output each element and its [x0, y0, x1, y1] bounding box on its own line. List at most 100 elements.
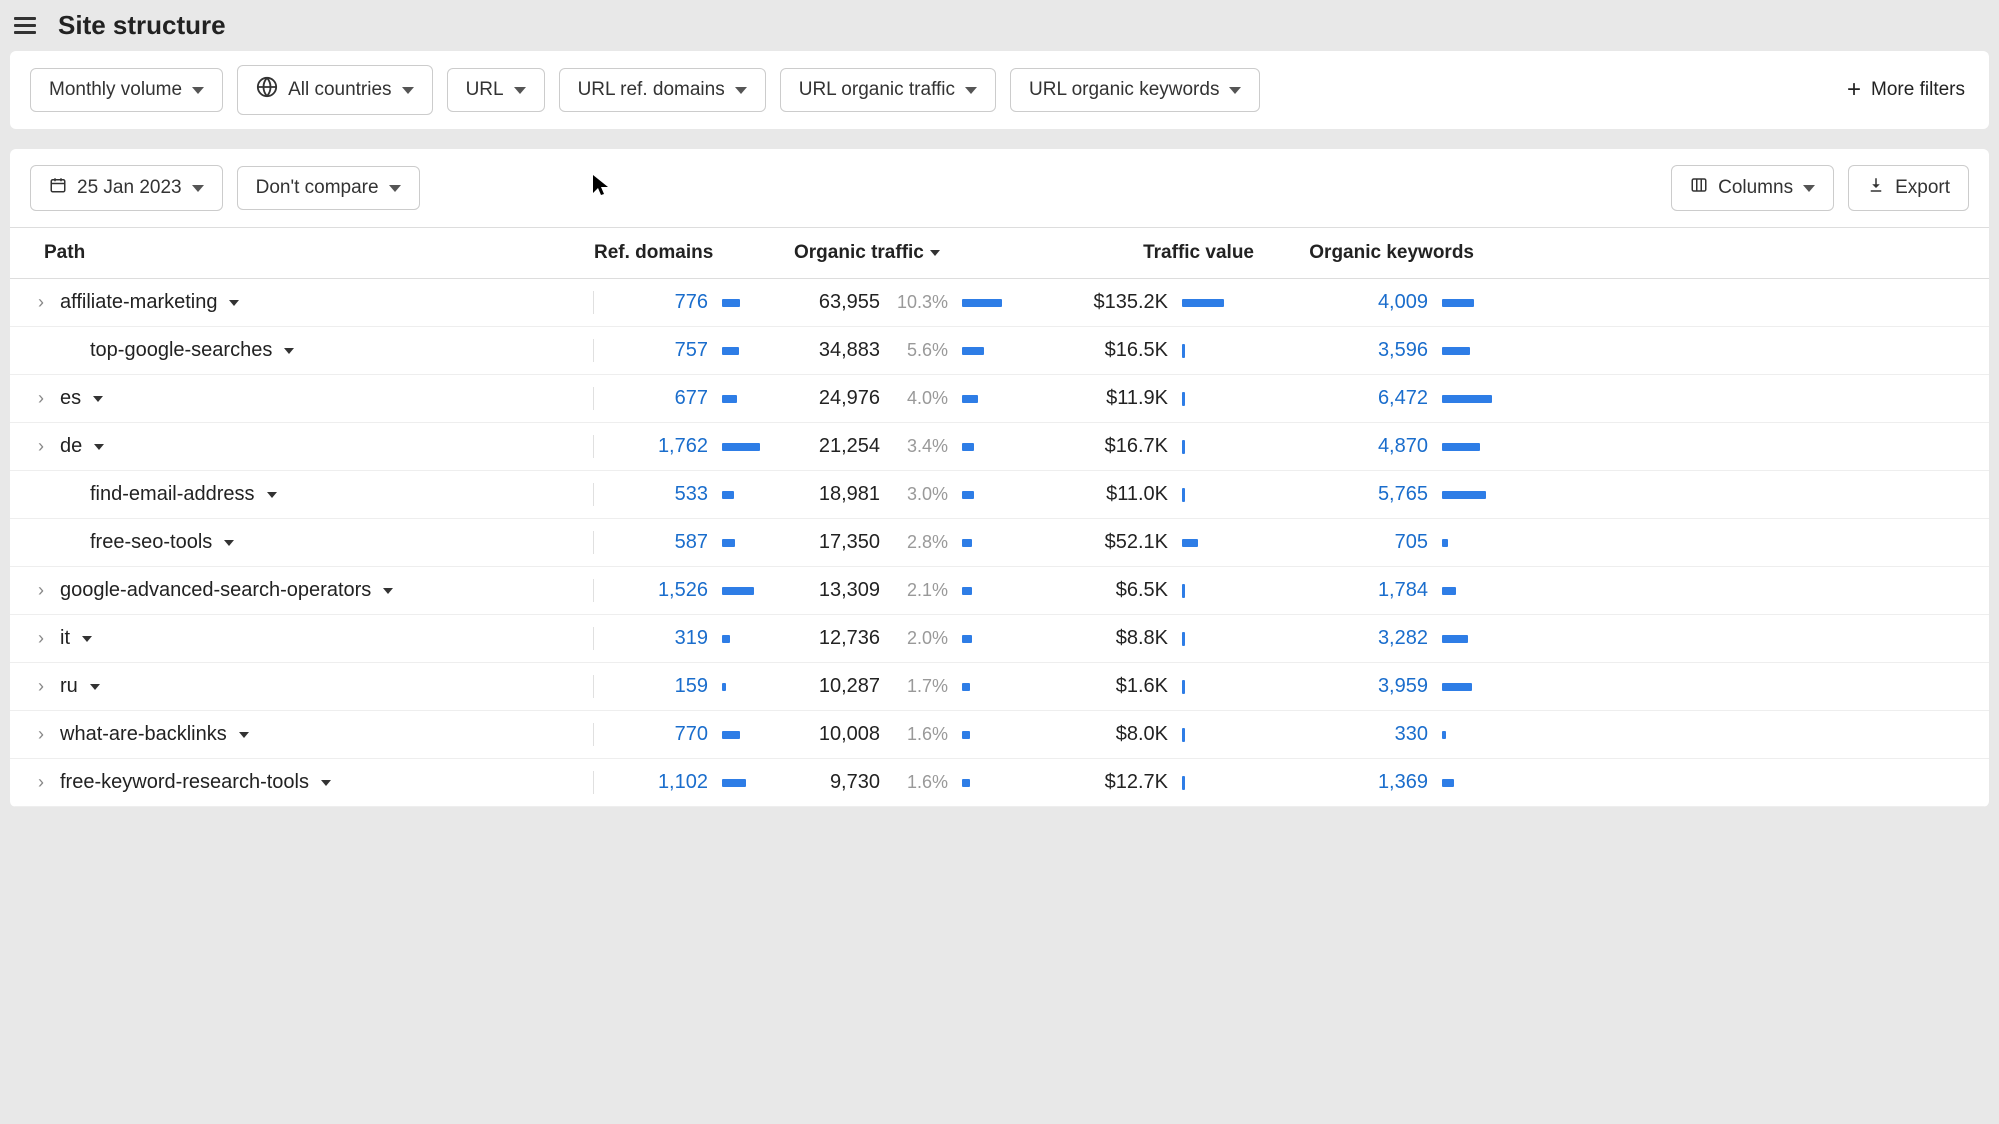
- path-label: top-google-searches: [90, 339, 272, 362]
- path-cell[interactable]: ›es: [30, 387, 594, 410]
- chevron-down-icon[interactable]: [224, 540, 234, 546]
- chevron-right-icon[interactable]: ›: [30, 724, 52, 745]
- chevron-down-icon[interactable]: [267, 492, 277, 498]
- metric-link[interactable]: 4,870: [1378, 435, 1428, 458]
- metric-link[interactable]: 677: [675, 387, 708, 410]
- columns-button[interactable]: Columns: [1671, 165, 1834, 211]
- filter-ref-domains[interactable]: URL ref. domains: [559, 68, 766, 112]
- export-button[interactable]: Export: [1848, 165, 1969, 211]
- date-picker[interactable]: 25 Jan 2023: [30, 165, 223, 211]
- path-cell[interactable]: ›ru: [30, 675, 594, 698]
- more-filters-label: More filters: [1871, 79, 1965, 101]
- globe-icon: [256, 76, 278, 104]
- bar-chart: [722, 299, 774, 307]
- metric-link[interactable]: 705: [1395, 531, 1428, 554]
- chevron-down-icon[interactable]: [383, 588, 393, 594]
- bar-chart: [962, 635, 1014, 643]
- metric-link[interactable]: 6,472: [1378, 387, 1428, 410]
- chevron-right-icon[interactable]: ›: [30, 772, 52, 793]
- metric-cell: 587: [594, 531, 774, 554]
- chevron-down-icon[interactable]: [321, 780, 331, 786]
- chevron-down-icon[interactable]: [94, 444, 104, 450]
- metric-link[interactable]: 776: [675, 291, 708, 314]
- path-cell[interactable]: ›de: [30, 435, 594, 458]
- chevron-down-icon[interactable]: [239, 732, 249, 738]
- metric-link[interactable]: 770: [675, 723, 708, 746]
- path-label: google-advanced-search-operators: [60, 579, 371, 602]
- table-row: free-seo-tools58717,3502.8%$52.1K705: [10, 519, 1989, 567]
- bar-chart: [1182, 392, 1234, 406]
- metric-link[interactable]: 5,765: [1378, 483, 1428, 506]
- chevron-right-icon[interactable]: ›: [30, 628, 52, 649]
- compare-dropdown[interactable]: Don't compare: [237, 166, 420, 210]
- chevron-right-icon[interactable]: ›: [30, 388, 52, 409]
- metric-value: $12.7K: [1105, 771, 1168, 794]
- bar-chart: [1182, 680, 1234, 694]
- th-organic-keywords[interactable]: Organic keywords: [1254, 242, 1474, 264]
- path-cell[interactable]: free-seo-tools: [30, 531, 594, 554]
- metric-link[interactable]: 3,596: [1378, 339, 1428, 362]
- path-cell[interactable]: › google-advanced-search-operators: [30, 579, 594, 602]
- path-cell[interactable]: ›it: [30, 627, 594, 650]
- metric-cell: $12.7K: [1014, 771, 1234, 794]
- filter-org-traffic[interactable]: URL organic traffic: [780, 68, 996, 112]
- th-ref-domains[interactable]: Ref. domains: [594, 242, 794, 264]
- chevron-down-icon: [192, 87, 204, 94]
- chevron-right-icon[interactable]: ›: [30, 580, 52, 601]
- metric-cell: $11.9K: [1014, 387, 1234, 410]
- metric-percent: 3.4%: [894, 436, 948, 457]
- metric-link[interactable]: 1,102: [658, 771, 708, 794]
- path-cell[interactable]: ›affiliate-marketing: [30, 291, 594, 314]
- metric-value: $11.0K: [1106, 483, 1168, 506]
- more-filters-button[interactable]: + More filters: [1843, 68, 1969, 112]
- metric-link[interactable]: 1,369: [1378, 771, 1428, 794]
- metric-link[interactable]: 3,959: [1378, 675, 1428, 698]
- chevron-right-icon[interactable]: ›: [30, 292, 52, 313]
- metric-value: $11.9K: [1106, 387, 1168, 410]
- metric-link[interactable]: 319: [675, 627, 708, 650]
- path-cell[interactable]: top-google-searches: [30, 339, 594, 362]
- filter-url[interactable]: URL: [447, 68, 545, 112]
- metric-link[interactable]: 1,762: [658, 435, 708, 458]
- metric-value: 24,976: [819, 387, 880, 410]
- bar-chart: [1182, 299, 1234, 307]
- th-path[interactable]: Path: [44, 242, 594, 264]
- metric-link[interactable]: 159: [675, 675, 708, 698]
- metric-percent: 4.0%: [894, 388, 948, 409]
- metric-link[interactable]: 587: [675, 531, 708, 554]
- menu-icon[interactable]: [14, 17, 36, 34]
- th-traffic-value[interactable]: Traffic value: [1034, 242, 1254, 264]
- chevron-right-icon[interactable]: ›: [30, 436, 52, 457]
- chevron-down-icon[interactable]: [82, 636, 92, 642]
- metric-cell: 1,762: [594, 435, 774, 458]
- metric-value: 12,736: [819, 627, 880, 650]
- metric-cell: 6,472: [1234, 387, 1494, 410]
- metric-link[interactable]: 330: [1395, 723, 1428, 746]
- bar-chart: [1442, 395, 1494, 403]
- metric-value: $8.0K: [1116, 723, 1168, 746]
- chevron-down-icon[interactable]: [90, 684, 100, 690]
- chevron-down-icon[interactable]: [93, 396, 103, 402]
- metric-link[interactable]: 1,526: [658, 579, 708, 602]
- path-label: free-keyword-research-tools: [60, 771, 309, 794]
- metric-link[interactable]: 1,784: [1378, 579, 1428, 602]
- path-cell[interactable]: › free-keyword-research-tools: [30, 771, 594, 794]
- metric-link[interactable]: 3,282: [1378, 627, 1428, 650]
- path-cell[interactable]: ›what-are-backlinks: [30, 723, 594, 746]
- table-row: ›es 677 24,976 4.0% $11.9K 6,472: [10, 375, 1989, 423]
- filter-org-keywords[interactable]: URL organic keywords: [1010, 68, 1260, 112]
- bar-chart: [722, 491, 774, 499]
- chevron-right-icon[interactable]: ›: [30, 676, 52, 697]
- th-organic-traffic[interactable]: Organic traffic: [794, 242, 1034, 264]
- metric-link[interactable]: 757: [675, 339, 708, 362]
- filter-monthly-volume[interactable]: Monthly volume: [30, 68, 223, 112]
- path-label: free-seo-tools: [90, 531, 212, 554]
- chevron-down-icon[interactable]: [229, 300, 239, 306]
- filter-countries[interactable]: All countries: [237, 65, 433, 115]
- path-cell[interactable]: find-email-address: [30, 483, 594, 506]
- metric-cell: 12,7362.0%: [774, 627, 1014, 650]
- metric-value: 34,883: [819, 339, 880, 362]
- metric-link[interactable]: 4,009: [1378, 291, 1428, 314]
- metric-link[interactable]: 533: [675, 483, 708, 506]
- chevron-down-icon[interactable]: [284, 348, 294, 354]
